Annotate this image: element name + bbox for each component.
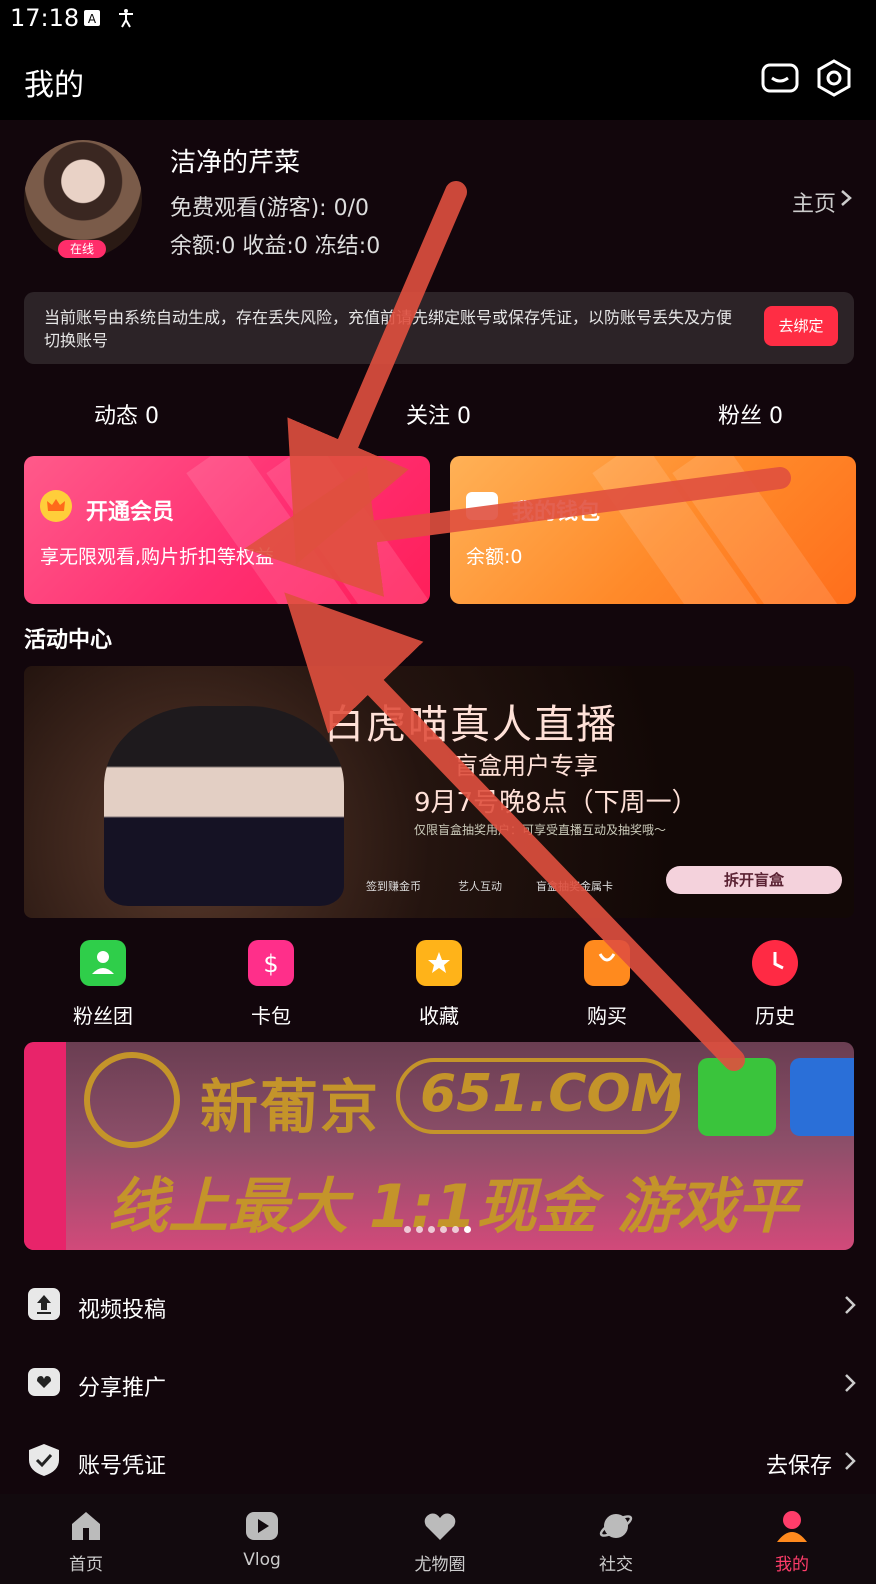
game-thumbnail-icon <box>790 1058 854 1136</box>
tab-home[interactable]: 首页 <box>26 1494 146 1584</box>
page-title: 我的 <box>24 68 84 103</box>
online-badge: 在线 <box>58 240 106 258</box>
menu-account-credential[interactable]: 账号凭证 去保存 <box>0 1432 876 1492</box>
notification-a-icon: A <box>84 10 100 26</box>
ad-brand: 新葡京 <box>200 1073 381 1141</box>
tab-label: Vlog <box>243 1550 281 1570</box>
shortcut-label: 收藏 <box>419 1004 459 1028</box>
banner-headline: 白虎喵真人直播 <box>324 702 618 748</box>
shortcut-history[interactable]: 历史 <box>720 940 830 1036</box>
fan-club-icon <box>80 940 126 986</box>
casino-logo-icon <box>84 1052 180 1148</box>
shortcut-fan-club[interactable]: 粉丝团 <box>48 940 158 1036</box>
vip-subtitle: 享无限观看,购片折扣等权益 <box>40 546 275 568</box>
planet-icon <box>599 1514 633 1538</box>
open-blindbox-button[interactable]: 拆开盲盒 <box>666 866 842 894</box>
card-pack-icon: $ <box>248 940 294 986</box>
shield-icon <box>29 1444 59 1476</box>
shortcut-purchase[interactable]: 购买 <box>552 940 662 1036</box>
tab-label: 社交 <box>599 1555 633 1575</box>
stat-fans[interactable]: 粉丝 0 <box>718 398 783 430</box>
banner-date: 9月7号晚8点（下周一） <box>414 788 698 818</box>
balance-text: 余额:0 收益:0 冻结:0 <box>170 234 381 259</box>
clock-icon <box>752 940 798 986</box>
profile-icon <box>777 1511 807 1542</box>
home-link[interactable]: 主页 <box>792 186 836 218</box>
shortcut-label: 粉丝团 <box>73 1004 133 1028</box>
chevron-right-icon <box>845 1374 856 1392</box>
username: 洁净的芹菜 <box>170 148 301 178</box>
heart-icon <box>424 1513 456 1540</box>
vip-card[interactable]: 开通会员 享无限观看,购片折扣等权益 <box>24 456 430 604</box>
ad-side-strip <box>24 1042 66 1250</box>
wallet-card[interactable]: 我的钱包 余额:0 <box>450 456 856 604</box>
menu-label: 分享推广 <box>78 1376 167 1401</box>
status-time: 17:18 <box>10 4 80 32</box>
account-notice: 当前账号由系统自动生成，存在丢失风险，充值前请先绑定账号或保存凭证，以防账号丢失… <box>24 292 854 364</box>
profile-content: 在线 洁净的芹菜 免费观看(游客): 0/0 余额:0 收益:0 冻结:0 主页… <box>0 120 876 1494</box>
chevron-right-icon <box>841 190 852 206</box>
banner-subtitle: 盲盒用户专享 <box>454 752 598 780</box>
upload-icon <box>28 1288 60 1320</box>
accessibility-icon <box>119 9 133 28</box>
shortcut-label: 购买 <box>587 1004 627 1028</box>
tab-label: 首页 <box>69 1555 103 1575</box>
banner-photo <box>104 706 344 906</box>
wechat-pay-icon <box>698 1058 776 1136</box>
shortcut-label: 卡包 <box>251 1004 291 1028</box>
tab-label: 尤物圈 <box>414 1555 466 1575</box>
favorites-icon <box>416 940 462 986</box>
svg-text:$: $ <box>263 950 278 978</box>
menu-label: 账号凭证 <box>78 1454 167 1479</box>
shortcut-card-pack[interactable]: $ 卡包 <box>216 940 326 1036</box>
free-views-text: 免费观看(游客): 0/0 <box>170 196 369 221</box>
wallet-title: 我的钱包 <box>512 500 601 525</box>
crown-icon <box>40 490 72 522</box>
menu-share-promote[interactable]: 分享推广 <box>0 1354 876 1414</box>
banner-icon-label: 盲盒抽奖金属卡 <box>536 880 613 893</box>
tab-mine[interactable]: 我的 <box>732 1494 852 1584</box>
activity-banner[interactable]: 白虎喵真人直播 盲盒用户专享 9月7号晚8点（下周一） 仅限盲盒抽奖用户：可享受… <box>24 666 854 918</box>
share-icon <box>28 1368 60 1396</box>
status-bar: 17:18 A <box>0 0 876 40</box>
shopping-bag-icon <box>584 940 630 986</box>
home-icon <box>72 1512 100 1540</box>
chevron-right-icon <box>845 1452 856 1470</box>
play-icon <box>246 1512 278 1540</box>
bottom-tab-bar: 首页 Vlog 尤物圈 社交 我的 <box>0 1494 876 1584</box>
banner-icon-label: 签到赚金币 <box>366 880 421 893</box>
tab-vlog[interactable]: Vlog <box>202 1494 322 1584</box>
menu-video-upload[interactable]: 视频投稿 <box>0 1276 876 1336</box>
banner-note: 仅限盲盒抽奖用户：可享受直播互动及抽奖哦～ <box>414 823 667 837</box>
stat-following[interactable]: 关注 0 <box>406 398 471 430</box>
ad-banner[interactable]: 新葡京 651.COM 线上最大 1:1现金 游戏平台 <box>24 1042 854 1250</box>
banner-icon-label: 艺人互动 <box>458 880 502 893</box>
wallet-icon <box>466 492 498 520</box>
activity-center-title: 活动中心 <box>24 628 113 653</box>
carousel-dots <box>404 1226 504 1236</box>
notice-text: 当前账号由系统自动生成，存在丢失风险，充值前请先绑定账号或保存凭证，以防账号丢失… <box>44 308 733 350</box>
bind-account-button[interactable]: 去绑定 <box>764 306 838 346</box>
tab-beauty-circle[interactable]: 尤物圈 <box>380 1494 500 1584</box>
settings-icon[interactable] <box>814 58 854 98</box>
chevron-right-icon <box>845 1296 856 1314</box>
stat-posts[interactable]: 动态 0 <box>94 398 159 430</box>
shortcut-label: 历史 <box>755 1004 795 1028</box>
vip-title: 开通会员 <box>86 500 175 525</box>
top-bar: 我的 <box>0 40 876 120</box>
svg-text:A: A <box>88 12 97 26</box>
tab-label: 我的 <box>775 1555 809 1575</box>
ad-slogan: 线上最大 1:1现金 游戏平台 <box>108 1172 798 1242</box>
save-credential-link[interactable]: 去保存 <box>766 1448 832 1480</box>
wallet-balance: 余额:0 <box>466 546 523 568</box>
tab-social[interactable]: 社交 <box>556 1494 676 1584</box>
ad-domain: 651.COM <box>420 1064 683 1124</box>
shortcut-favorites[interactable]: 收藏 <box>384 940 494 1036</box>
message-icon[interactable] <box>760 58 800 98</box>
menu-label: 视频投稿 <box>78 1298 167 1323</box>
